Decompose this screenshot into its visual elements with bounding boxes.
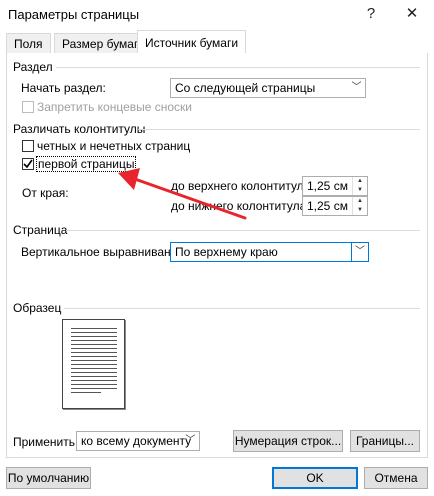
annotation-arrow [118,168,247,220]
